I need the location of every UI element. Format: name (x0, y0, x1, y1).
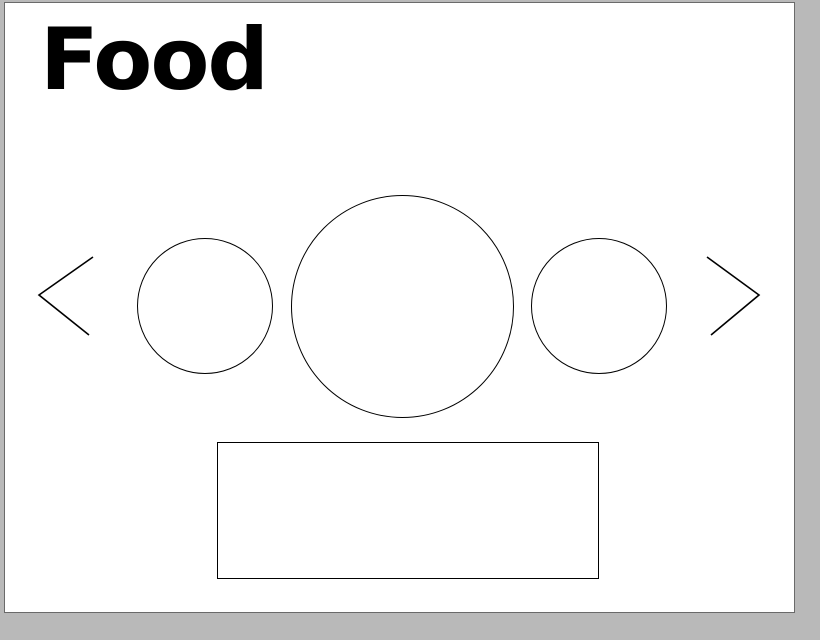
previous-button[interactable] (37, 255, 99, 339)
carousel-item-left[interactable] (137, 238, 273, 374)
chevron-left-icon (37, 256, 94, 336)
chevron-right-icon (706, 256, 761, 336)
page-title: Food (40, 10, 269, 110)
wireframe-canvas: Food (4, 2, 795, 613)
caption-box (217, 442, 599, 579)
next-button[interactable] (705, 255, 767, 339)
carousel-item-center[interactable] (291, 195, 514, 418)
carousel-item-right[interactable] (531, 238, 667, 374)
